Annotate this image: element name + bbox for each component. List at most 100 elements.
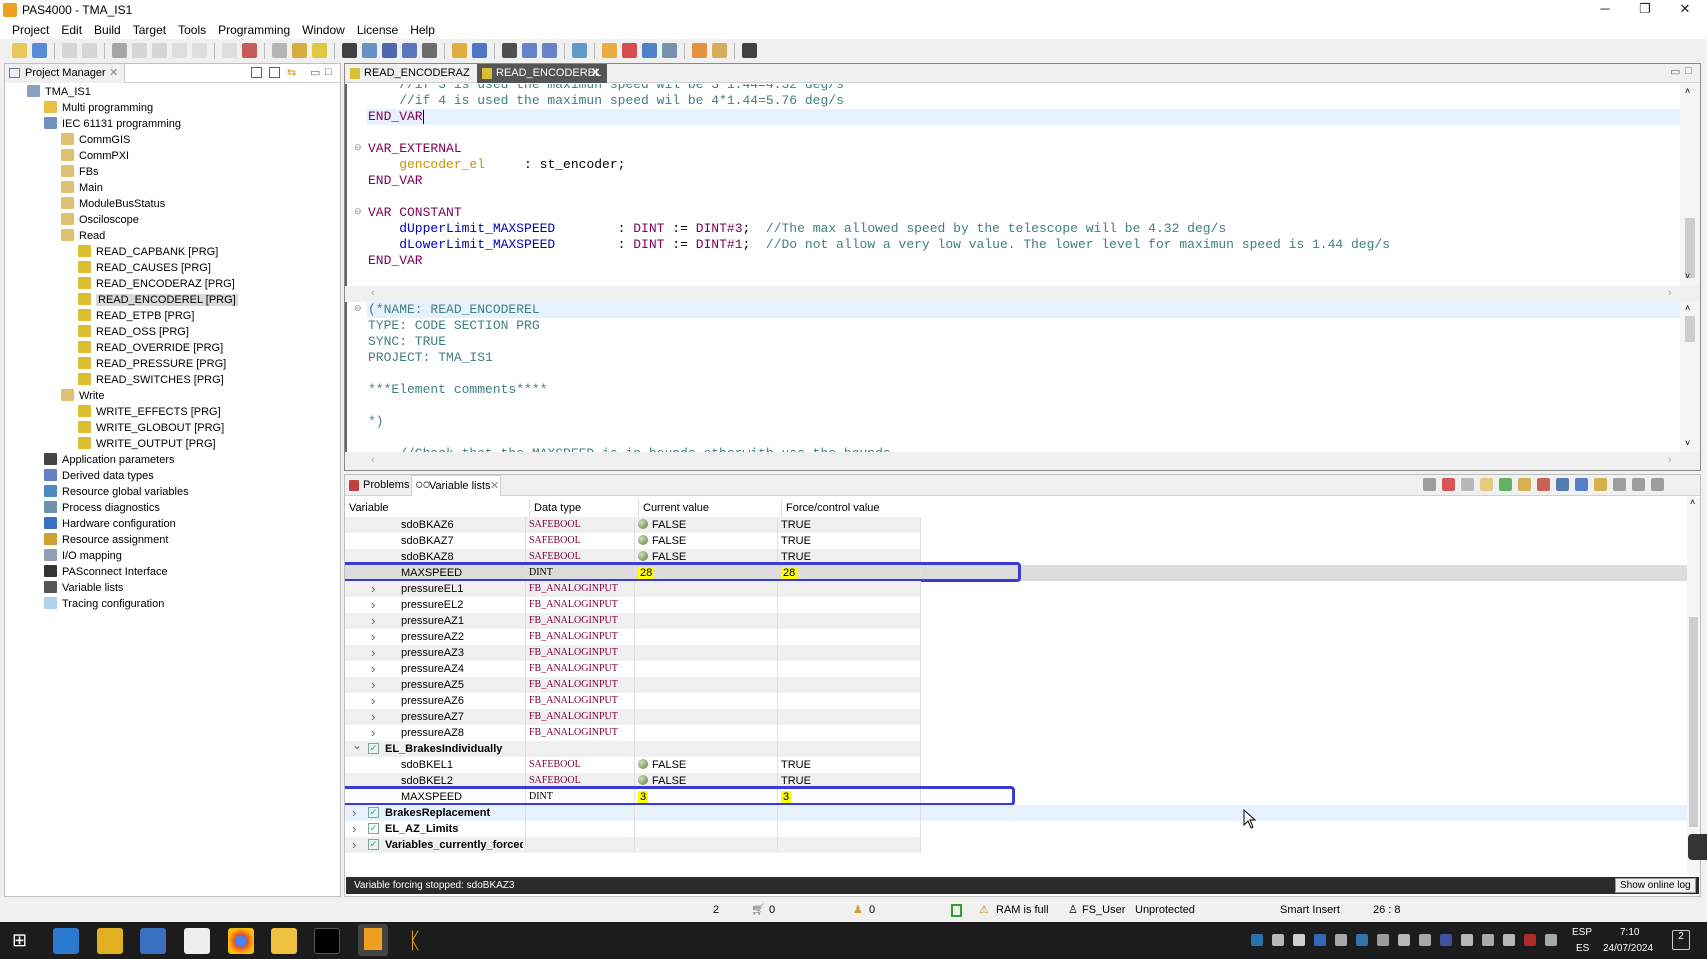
minimize-view-icon[interactable]: ▭: [310, 66, 320, 79]
panel-tool-icon[interactable]: [1632, 478, 1645, 491]
toolbar-button-icon[interactable]: [312, 43, 327, 58]
panel-tool-icon[interactable]: [1499, 478, 1512, 491]
menu-project[interactable]: Project: [6, 20, 55, 39]
clock-time[interactable]: 7:10: [1620, 927, 1639, 938]
app-icon[interactable]: [140, 928, 166, 954]
tree-item[interactable]: READ_PRESSURE [PRG]: [78, 356, 226, 372]
scrollbar-thumb[interactable]: [1685, 218, 1695, 278]
table-row[interactable]: › pressureAZ8 FB_ANALOGINPUT: [345, 725, 1687, 741]
menu-programming[interactable]: Programming: [212, 20, 296, 39]
horizontal-scrollbar[interactable]: ‹ ›: [345, 452, 1700, 470]
tray-icon[interactable]: [1335, 934, 1347, 946]
table-row[interactable]: sdoBKAZ6 SAFEBOOL FALSE TRUE: [345, 517, 1687, 533]
tree-item[interactable]: Application parameters: [44, 452, 175, 468]
force-value[interactable]: TRUE: [781, 517, 811, 533]
panel-tool-icon[interactable]: [1442, 478, 1455, 491]
toolbar-button-icon[interactable]: [602, 43, 617, 58]
chevron-right-icon[interactable]: ›: [371, 613, 375, 629]
tree-item[interactable]: Variable lists: [44, 580, 124, 596]
tray-icon[interactable]: [1482, 934, 1494, 946]
tab-variable-lists[interactable]: ഠഠ Variable lists ✕: [411, 475, 501, 496]
minimize-button[interactable]: ─: [1585, 0, 1625, 20]
panel-tool-icon[interactable]: [1461, 478, 1474, 491]
checkbox-icon[interactable]: ✓: [368, 743, 379, 754]
vscode-icon[interactable]: [53, 928, 79, 954]
tree-item[interactable]: WRITE_EFFECTS [PRG]: [78, 404, 221, 420]
app-icon[interactable]: [184, 928, 210, 954]
pas4000-taskbar-button[interactable]: [358, 924, 388, 956]
tray-icon[interactable]: [1503, 934, 1515, 946]
expand-all-icon[interactable]: [269, 67, 280, 78]
column-header[interactable]: Force/control value: [781, 499, 924, 517]
windows-start-icon[interactable]: ⊞: [12, 930, 27, 951]
language-indicator[interactable]: ESP: [1572, 927, 1592, 938]
panel-tool-icon[interactable]: [1575, 478, 1588, 491]
chevron-right-icon[interactable]: ›: [352, 821, 356, 837]
notifications-button[interactable]: 2: [1672, 930, 1690, 950]
tab-read_encoderaz[interactable]: READ_ENCODERAZ: [345, 64, 475, 83]
tree-item[interactable]: READ_ENCODERAZ [PRG]: [78, 276, 235, 292]
toolbar-button-icon[interactable]: [242, 43, 257, 58]
toolbar-button-icon[interactable]: [172, 43, 187, 58]
chevron-right-icon[interactable]: ›: [371, 629, 375, 645]
panel-tool-icon[interactable]: [1651, 478, 1664, 491]
column-header[interactable]: Data type: [529, 499, 638, 517]
tree-item[interactable]: IEC 61131 programming: [44, 116, 181, 132]
force-value[interactable]: TRUE: [781, 757, 811, 773]
device-status-icon[interactable]: [951, 904, 962, 917]
table-row[interactable]: › pressureAZ6 FB_ANALOGINPUT: [345, 693, 1687, 709]
menu-help[interactable]: Help: [404, 20, 441, 39]
app-icon[interactable]: [97, 928, 123, 954]
tab-problems[interactable]: Problems: [345, 475, 411, 496]
group-row[interactable]: › ✓ EL_AZ_Limits: [345, 821, 1687, 837]
tray-icon[interactable]: [1272, 934, 1284, 946]
chevron-right-icon[interactable]: ›: [371, 581, 375, 597]
toolbar-button-icon[interactable]: [82, 43, 97, 58]
table-row[interactable]: › pressureEL1 FB_ANALOGINPUT: [345, 581, 1687, 597]
toolbar-button-icon[interactable]: [402, 43, 417, 58]
panel-tool-icon[interactable]: [1480, 478, 1493, 491]
toolbar-button-icon[interactable]: [292, 43, 307, 58]
toolbar-button-icon[interactable]: [692, 43, 707, 58]
menu-window[interactable]: Window: [296, 20, 351, 39]
chevron-down-icon[interactable]: ⌄: [352, 737, 362, 753]
tree-item[interactable]: READ_OVERRIDE [PRG]: [78, 340, 223, 356]
menu-tools[interactable]: Tools: [172, 20, 212, 39]
tree-item[interactable]: CommGIS: [61, 132, 130, 148]
chrome-icon[interactable]: [228, 928, 254, 954]
close-icon[interactable]: ✕: [490, 479, 499, 492]
toolbar-button-icon[interactable]: [62, 43, 77, 58]
tree-item[interactable]: Resource global variables: [44, 484, 189, 500]
tree-item[interactable]: READ_OSS [PRG]: [78, 324, 189, 340]
code-editor-declarations[interactable]: //if 3 is used the maximun speed wil be …: [345, 84, 1680, 286]
chevron-right-icon[interactable]: ›: [371, 661, 375, 677]
menu-license[interactable]: License: [351, 20, 404, 39]
toolbar-button-icon[interactable]: [132, 43, 147, 58]
menu-build[interactable]: Build: [88, 20, 127, 39]
tree-item[interactable]: READ_SWITCHES [PRG]: [78, 372, 224, 388]
scrollbar-thumb[interactable]: [1689, 617, 1698, 827]
tree-item[interactable]: I/O mapping: [44, 548, 122, 564]
maximize-view-icon[interactable]: □: [1685, 65, 1692, 77]
chevron-right-icon[interactable]: ›: [352, 805, 356, 821]
tray-icon[interactable]: [1356, 934, 1368, 946]
tree-item[interactable]: WRITE_GLOBOUT [PRG]: [78, 420, 224, 436]
column-header[interactable]: Current value: [638, 499, 781, 517]
toolbar-button-icon[interactable]: [272, 43, 287, 58]
maximize-button[interactable]: ❐: [1625, 0, 1665, 20]
table-row[interactable]: sdoBKAZ7 SAFEBOOL FALSE TRUE: [345, 533, 1687, 549]
file-explorer-icon[interactable]: [271, 928, 297, 954]
tray-icon[interactable]: [1419, 934, 1431, 946]
table-row[interactable]: › pressureAZ5 FB_ANALOGINPUT: [345, 677, 1687, 693]
table-row[interactable]: › pressureAZ4 FB_ANALOGINPUT: [345, 661, 1687, 677]
table-row[interactable]: › pressureEL2 FB_ANALOGINPUT: [345, 597, 1687, 613]
checkbox-icon[interactable]: ✓: [368, 823, 379, 834]
tree-item[interactable]: Osciloscope: [61, 212, 139, 228]
close-button[interactable]: ✕: [1665, 0, 1705, 20]
panel-tool-icon[interactable]: [1613, 478, 1626, 491]
clock-date[interactable]: 24/07/2024: [1603, 943, 1653, 954]
show-online-log-button[interactable]: Show online log: [1615, 878, 1696, 893]
tray-icon[interactable]: [1251, 934, 1263, 946]
horizontal-scrollbar[interactable]: ‹ ›: [345, 286, 1700, 302]
table-row[interactable]: › pressureAZ3 FB_ANALOGINPUT: [345, 645, 1687, 661]
